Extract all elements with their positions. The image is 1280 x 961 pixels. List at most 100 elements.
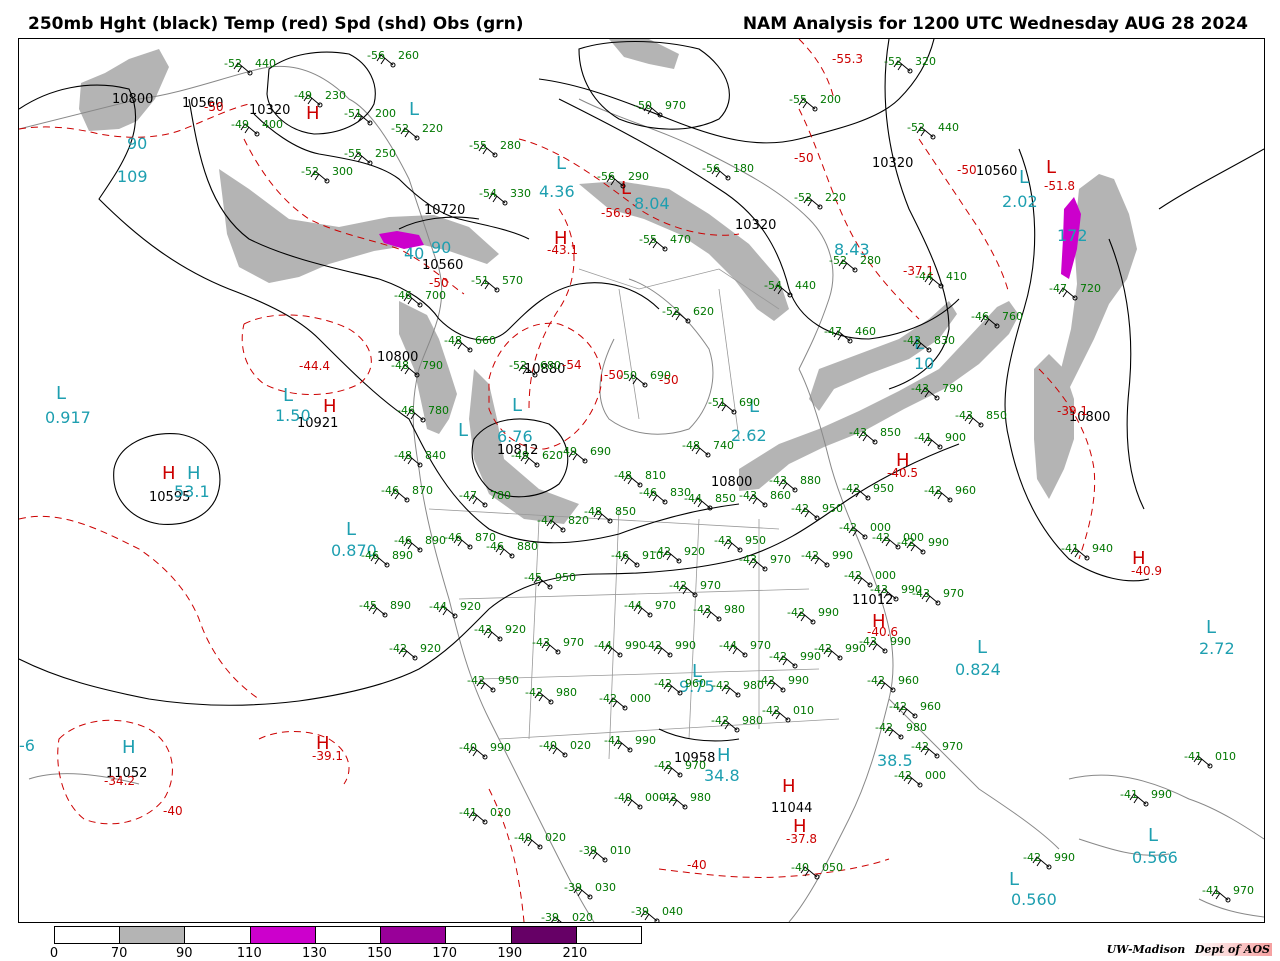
station-observation[interactable]: -55 470 <box>639 233 691 252</box>
station-observation[interactable]: -44 990 <box>594 639 646 658</box>
station-observation[interactable]: -47 780 <box>459 489 511 508</box>
station-observation[interactable]: -40 020 <box>539 739 591 758</box>
station-observation[interactable]: -55 200 <box>789 93 841 112</box>
station-observation[interactable]: -42 950 <box>791 502 843 521</box>
station-observation[interactable]: -42 990 <box>787 606 839 625</box>
station-height: 000 <box>875 569 896 582</box>
station-observation[interactable]: -41 010 <box>1184 750 1236 769</box>
station-observation[interactable]: -42 980 <box>875 721 927 740</box>
station-observation[interactable]: -42 990 <box>757 674 809 693</box>
station-observation[interactable]: -43 970 <box>912 587 964 606</box>
station-observation[interactable]: -42 980 <box>711 714 763 733</box>
station-observation[interactable]: -43 850 <box>955 409 1007 428</box>
station-observation[interactable]: -47 460 <box>824 325 876 344</box>
station-temperature: -41 <box>604 734 622 747</box>
pressure-center-value: 8.04 <box>634 194 670 213</box>
station-observation[interactable]: -55 250 <box>344 147 396 166</box>
station-observation[interactable]: -52 320 <box>884 55 936 74</box>
station-observation[interactable]: -40 020 <box>514 831 566 850</box>
station-temperature: -43 <box>739 553 757 566</box>
station-observation[interactable]: -46 890 <box>361 549 413 568</box>
station-observation[interactable]: -40 000 <box>614 791 666 810</box>
station-observation[interactable]: -42 970 <box>669 579 721 598</box>
station-observation[interactable]: -45 950 <box>524 571 576 590</box>
station-observation[interactable]: -39 010 <box>579 844 631 863</box>
station-observation[interactable]: -41 940 <box>1061 542 1113 561</box>
station-observation[interactable]: -42 960 <box>924 484 976 503</box>
station-observation[interactable]: -42 980 <box>525 686 577 705</box>
station-observation[interactable]: -50 970 <box>634 99 686 118</box>
station-observation[interactable]: -49 690 <box>559 445 611 464</box>
station-observation[interactable]: -40 050 <box>791 861 843 880</box>
station-observation[interactable]: -52 220 <box>391 122 443 141</box>
colorbar-swatch <box>55 927 121 943</box>
station-observation[interactable]: -44 970 <box>624 599 676 618</box>
station-observation[interactable]: -55 280 <box>469 139 521 158</box>
station-observation[interactable]: -43 920 <box>474 623 526 642</box>
station-observation[interactable]: -42 950 <box>842 482 894 501</box>
station-temperature: -42 <box>669 579 687 592</box>
station-height: 920 <box>684 545 705 558</box>
station-observation[interactable]: -56 180 <box>702 162 754 181</box>
pressure-center-symbol: L <box>346 519 356 540</box>
station-observation[interactable]: -43 980 <box>693 603 745 622</box>
station-observation[interactable]: -43 970 <box>739 553 791 572</box>
pressure-center-symbol: H <box>782 776 796 797</box>
station-observation[interactable]: -44 920 <box>429 600 481 619</box>
station-observation[interactable]: -42 000 <box>599 692 651 711</box>
station-height: 720 <box>1080 282 1101 295</box>
station-observation[interactable]: -43 850 <box>849 426 901 445</box>
station-observation[interactable]: -40 990 <box>459 741 511 760</box>
station-observation[interactable]: -52 220 <box>794 191 846 210</box>
station-observation[interactable]: -46 870 <box>381 484 433 503</box>
station-observation[interactable]: -44 970 <box>719 639 771 658</box>
weather-map[interactable]: 10800 10560 10320 10720 10560 10800 10921 10595… <box>18 38 1265 923</box>
station-observation[interactable]: -42 950 <box>467 674 519 693</box>
station-observation[interactable]: -51 570 <box>471 274 523 293</box>
station-observation[interactable]: -42 970 <box>911 740 963 759</box>
station-height: 010 <box>793 704 814 717</box>
temp-contour-pacific-2 <box>19 515 260 700</box>
station-observation[interactable]: -48 660 <box>444 334 496 353</box>
station-observation[interactable]: -49 400 <box>231 118 283 137</box>
station-observation[interactable]: -42 920 <box>389 642 441 661</box>
station-observation[interactable]: -41 970 <box>1202 884 1254 903</box>
station-observation[interactable]: -42 990 <box>1023 851 1075 870</box>
station-observation[interactable]: -52 300 <box>301 165 353 184</box>
map-canvas: 10800 10560 103201072010560108001092110595… <box>19 39 1264 922</box>
station-observation[interactable]: -49 230 <box>294 89 346 108</box>
station-observation[interactable]: -44 850 <box>684 492 736 511</box>
station-observation[interactable]: -41 900 <box>914 431 966 450</box>
station-height: 020 <box>572 911 593 922</box>
station-observation[interactable]: -42 010 <box>762 704 814 723</box>
station-observation[interactable]: -45 890 <box>359 599 411 618</box>
station-observation[interactable]: -52 440 <box>907 121 959 140</box>
station-temperature: -40 <box>459 741 477 754</box>
station-observation[interactable]: -42 990 <box>644 639 696 658</box>
station-observation[interactable]: -48 840 <box>394 449 446 468</box>
station-observation[interactable]: -48 740 <box>682 439 734 458</box>
credit-label: UW-Madison Dept of AOS <box>1107 943 1272 956</box>
station-observation[interactable]: -43 860 <box>739 489 791 508</box>
station-observation[interactable]: -41 990 <box>1120 788 1172 807</box>
station-height: 330 <box>510 187 531 200</box>
station-observation[interactable]: -46 880 <box>486 540 538 559</box>
station-observation[interactable]: -39 020 <box>541 911 593 922</box>
station-observation[interactable]: -42 980 <box>659 791 711 810</box>
station-temperature: -43 <box>911 382 929 395</box>
station-observation[interactable]: -41 990 <box>604 734 656 753</box>
station-observation[interactable]: -44 410 <box>915 270 967 289</box>
station-observation[interactable]: -52 620 <box>662 305 714 324</box>
station-observation[interactable]: -42 000 <box>894 769 946 788</box>
station-observation[interactable]: -48 810 <box>614 469 666 488</box>
station-observation[interactable]: -39 040 <box>631 905 683 922</box>
station-observation[interactable]: -43 950 <box>714 534 766 553</box>
station-observation[interactable]: -54 330 <box>479 187 531 206</box>
station-observation[interactable]: -56 260 <box>367 49 419 68</box>
station-observation[interactable]: -43 970 <box>532 636 584 655</box>
station-observation[interactable]: -42 960 <box>889 700 941 719</box>
station-observation[interactable]: -42 990 <box>801 549 853 568</box>
station-observation[interactable]: -39 030 <box>564 881 616 900</box>
station-height: 680 <box>540 359 561 372</box>
station-observation[interactable]: -41 020 <box>459 806 511 825</box>
